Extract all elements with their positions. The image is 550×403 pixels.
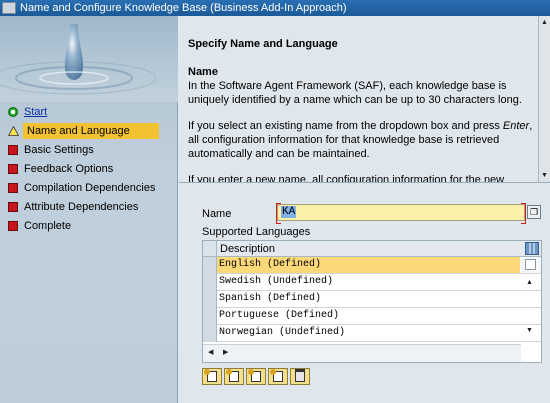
section-heading: Name — [188, 66, 218, 78]
column-header-description[interactable]: Description — [220, 243, 275, 255]
append-row-button[interactable] — [224, 368, 244, 385]
status-pending-icon — [8, 163, 18, 174]
language-cell[interactable]: Spanish (Defined) — [217, 291, 520, 307]
languages-table: Description English (Defined) Swedish (U… — [202, 240, 542, 363]
scroll-down-icon[interactable]: ▼ — [539, 170, 550, 181]
window-title-bar: Name and Configure Knowledge Base (Busin… — [0, 0, 550, 16]
roadmap-sidebar: Start Name and Language Basic Settings F… — [0, 16, 178, 403]
description-scrollbar[interactable]: ▲ ▼ — [538, 16, 550, 182]
sidebar-item-start[interactable]: Start — [0, 102, 178, 121]
name-label: Name — [202, 208, 232, 220]
warning-triangle-icon — [7, 125, 20, 136]
language-cell[interactable]: English (Defined) — [217, 257, 520, 273]
row-selector[interactable] — [203, 325, 217, 342]
table-row[interactable]: Swedish (Undefined) — [203, 274, 541, 291]
sidebar-item-basic-settings[interactable]: Basic Settings — [0, 140, 178, 159]
description-text: Specify Name and Language Name In the So… — [188, 37, 533, 183]
language-cell[interactable]: Swedish (Undefined) — [217, 274, 520, 290]
language-cell[interactable]: Norwegian (Undefined) — [217, 325, 520, 341]
scroll-up-icon[interactable]: ▲ — [539, 17, 550, 28]
sidebar-item-attribute-dependencies[interactable]: Attribute Dependencies — [0, 197, 178, 216]
sidebar-item-compilation-dependencies[interactable]: Compilation Dependencies — [0, 178, 178, 197]
water-drop-image — [0, 16, 178, 102]
status-pending-icon — [8, 144, 18, 155]
table-toolbar — [202, 368, 310, 385]
sidebar-item-complete[interactable]: Complete — [0, 216, 178, 235]
value-help-button[interactable]: ❐ — [527, 205, 541, 219]
insert-row-button[interactable] — [202, 368, 222, 385]
description-panel: Specify Name and Language Name In the So… — [179, 16, 550, 183]
scroll-down-icon[interactable]: ▼ — [526, 327, 533, 334]
table-vertical-scrollbar[interactable]: ▲ ▼ — [521, 275, 541, 362]
status-pending-icon — [8, 201, 18, 212]
supported-languages-label: Supported Languages — [202, 226, 311, 238]
row-selector[interactable] — [203, 291, 217, 308]
status-complete-icon — [8, 106, 18, 117]
row-selector[interactable] — [203, 274, 217, 291]
status-pending-icon — [8, 182, 18, 193]
window-icon — [2, 2, 16, 14]
status-pending-icon — [8, 220, 18, 231]
description-paragraph: If you select an existing name from the … — [188, 120, 533, 160]
row-selector[interactable] — [203, 257, 217, 274]
paste-row-button[interactable] — [268, 368, 288, 385]
name-field[interactable]: KA — [276, 203, 526, 224]
window-title: Name and Configure Knowledge Base (Busin… — [20, 2, 347, 14]
name-field-value: KA — [281, 206, 297, 218]
description-paragraph: In the Software Agent Framework (SAF), e… — [188, 80, 522, 106]
sidebar-item-feedback-options[interactable]: Feedback Options — [0, 159, 178, 178]
roadmap-steps: Start Name and Language Basic Settings F… — [0, 102, 178, 235]
form-area: Name KA ❐ Supported Languages Descriptio… — [179, 184, 550, 403]
scroll-left-icon[interactable]: ◀ — [208, 348, 213, 356]
copy-row-button[interactable] — [246, 368, 266, 385]
table-row[interactable]: English (Defined) — [203, 257, 541, 274]
table-row[interactable]: Spanish (Defined) — [203, 291, 541, 308]
select-all-cell[interactable] — [203, 241, 217, 256]
row-checkbox[interactable] — [525, 259, 536, 270]
delete-row-icon — [295, 369, 305, 382]
append-row-icon — [226, 369, 239, 382]
copy-row-icon — [248, 369, 261, 382]
step-heading: Specify Name and Language — [188, 38, 338, 50]
table-settings-icon[interactable] — [525, 242, 539, 255]
scroll-up-icon[interactable]: ▲ — [526, 279, 533, 286]
insert-row-icon — [204, 369, 217, 382]
table-horizontal-scrollbar[interactable]: ◀ ▶ — [203, 344, 521, 362]
table-row[interactable]: Portuguese (Defined) — [203, 308, 541, 325]
scroll-right-icon[interactable]: ▶ — [223, 348, 228, 356]
delete-row-button[interactable] — [290, 368, 310, 385]
description-paragraph: If you enter a new name, all configurati… — [188, 174, 505, 183]
sidebar-item-name-and-language[interactable]: Name and Language — [0, 121, 178, 140]
language-cell[interactable]: Portuguese (Defined) — [217, 308, 520, 324]
table-header: Description — [203, 241, 541, 257]
row-selector[interactable] — [203, 308, 217, 325]
table-row[interactable]: Norwegian (Undefined) — [203, 325, 541, 342]
paste-row-icon — [270, 369, 283, 382]
